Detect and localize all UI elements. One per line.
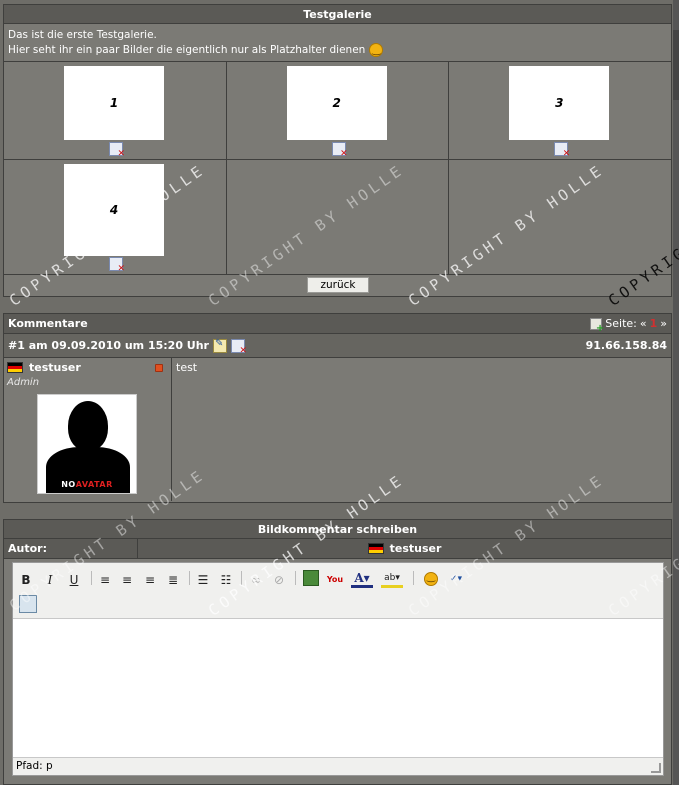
grid-row: 4 bbox=[4, 160, 671, 275]
italic-icon[interactable]: I bbox=[43, 571, 57, 589]
delete-image-icon[interactable] bbox=[109, 257, 125, 274]
comments-title: Kommentare bbox=[8, 317, 88, 330]
insert-image-icon[interactable] bbox=[19, 595, 37, 613]
offline-status-icon bbox=[155, 364, 163, 372]
gallery-title: Testgalerie bbox=[4, 5, 671, 24]
text-color-icon[interactable]: A▾ bbox=[351, 570, 373, 588]
write-title: Bildkommentar schreiben bbox=[4, 520, 671, 539]
grid-cell: 4 bbox=[4, 160, 227, 274]
link-icon[interactable]: ∞ bbox=[248, 571, 264, 589]
grid-cell-empty bbox=[227, 160, 450, 274]
emoticon-icon[interactable] bbox=[423, 570, 439, 588]
german-flag-icon bbox=[7, 362, 23, 373]
author-value: testuser bbox=[389, 542, 442, 555]
comment-editor[interactable]: B I U ≡ ≡ ≡ ≣ ☰ ☷ ∞ ⊘ You A▾ ab▾ ✓▾ Pfad… bbox=[12, 562, 664, 776]
author-label: Autor: bbox=[4, 539, 138, 558]
image-thumbnail[interactable]: 4 bbox=[64, 164, 164, 256]
editor-path-bar: Pfad: p bbox=[13, 757, 663, 775]
editor-toolbar: B I U ≡ ≡ ≡ ≣ ☰ ☷ ∞ ⊘ You A▾ ab▾ ✓▾ bbox=[13, 563, 663, 619]
unlink-icon[interactable]: ⊘ bbox=[271, 571, 287, 589]
numbered-list-icon[interactable]: ☷ bbox=[218, 571, 234, 589]
resize-handle[interactable] bbox=[651, 763, 661, 773]
comments-panel: Kommentare Seite: « 1 » #1 am 09.09.2010… bbox=[3, 313, 672, 503]
highlight-color-icon[interactable]: ab▾ bbox=[381, 570, 403, 588]
author-username[interactable]: testuser bbox=[29, 361, 81, 374]
gallery-panel: Testgalerie Das ist die erste Testgaleri… bbox=[3, 4, 672, 297]
image-thumbnail[interactable]: 1 bbox=[64, 66, 164, 140]
editor-content-area[interactable] bbox=[13, 619, 663, 757]
comment-header: #1 am 09.09.2010 um 15:20 Uhr bbox=[8, 339, 209, 352]
bold-icon[interactable]: B bbox=[19, 571, 33, 589]
delete-image-icon[interactable] bbox=[109, 142, 125, 159]
comment-body: testuser Admin NOAVATAR test bbox=[4, 358, 671, 501]
pager-current[interactable]: 1 bbox=[650, 317, 658, 330]
avatar: NOAVATAR bbox=[37, 394, 137, 494]
spellcheck-icon[interactable]: ✓▾ bbox=[443, 570, 469, 588]
align-left-icon[interactable]: ≡ bbox=[97, 571, 113, 589]
edit-comment-icon[interactable] bbox=[213, 338, 227, 353]
delete-image-icon[interactable] bbox=[554, 142, 570, 159]
comment-meta: #1 am 09.09.2010 um 15:20 Uhr 91.66.158.… bbox=[4, 334, 671, 358]
grid-cell: 1 bbox=[4, 62, 227, 159]
comment-ip: 91.66.158.84 bbox=[585, 339, 667, 352]
intro-line-1: Das ist die erste Testgalerie. bbox=[8, 29, 157, 41]
german-flag-icon bbox=[367, 543, 384, 554]
pager-next[interactable]: » bbox=[660, 317, 667, 330]
avatar-text-avatar: AVATAR bbox=[75, 480, 113, 489]
grid-cell: 2 bbox=[227, 62, 450, 159]
scrollbar-thumb[interactable] bbox=[673, 30, 679, 100]
underline-icon[interactable]: U bbox=[67, 571, 81, 589]
gallery-intro: Das ist die erste Testgalerie. Hier seht… bbox=[4, 24, 671, 58]
grid-row: 1 2 3 bbox=[4, 62, 671, 160]
align-right-icon[interactable]: ≡ bbox=[142, 571, 158, 589]
delete-comment-icon[interactable] bbox=[231, 338, 247, 356]
write-comment-panel: Bildkommentar schreiben Autor: testuser … bbox=[3, 519, 672, 785]
author-role: Admin bbox=[7, 377, 40, 388]
intro-line-2: Hier seht ihr ein paar Bilder die eigent… bbox=[8, 44, 366, 56]
avatar-text-no: NO bbox=[61, 480, 76, 489]
image-grid: 1 2 3 4 bbox=[4, 61, 671, 275]
image-icon[interactable] bbox=[303, 570, 319, 586]
pager: Seite: « 1 » bbox=[590, 317, 667, 334]
comment-text: test bbox=[176, 361, 198, 374]
back-button[interactable]: zurück bbox=[307, 277, 369, 293]
delete-image-icon[interactable] bbox=[331, 142, 348, 159]
image-thumbnail[interactable]: 3 bbox=[509, 66, 610, 140]
comment-author: testuser Admin NOAVATAR bbox=[4, 358, 172, 501]
image-thumbnail[interactable]: 2 bbox=[286, 66, 387, 140]
pager-prev[interactable]: « bbox=[640, 317, 647, 330]
align-center-icon[interactable]: ≡ bbox=[119, 571, 135, 589]
scrollbar[interactable] bbox=[673, 0, 679, 785]
bullet-list-icon[interactable]: ☰ bbox=[195, 571, 211, 589]
align-justify-icon[interactable]: ≣ bbox=[165, 571, 181, 589]
smiley-icon bbox=[369, 43, 384, 58]
youtube-icon[interactable]: You bbox=[326, 570, 344, 588]
grid-cell: 3 bbox=[449, 62, 671, 159]
grid-cell-empty bbox=[449, 160, 671, 274]
add-comment-icon[interactable] bbox=[590, 317, 604, 334]
pager-label: Seite: bbox=[605, 317, 637, 330]
